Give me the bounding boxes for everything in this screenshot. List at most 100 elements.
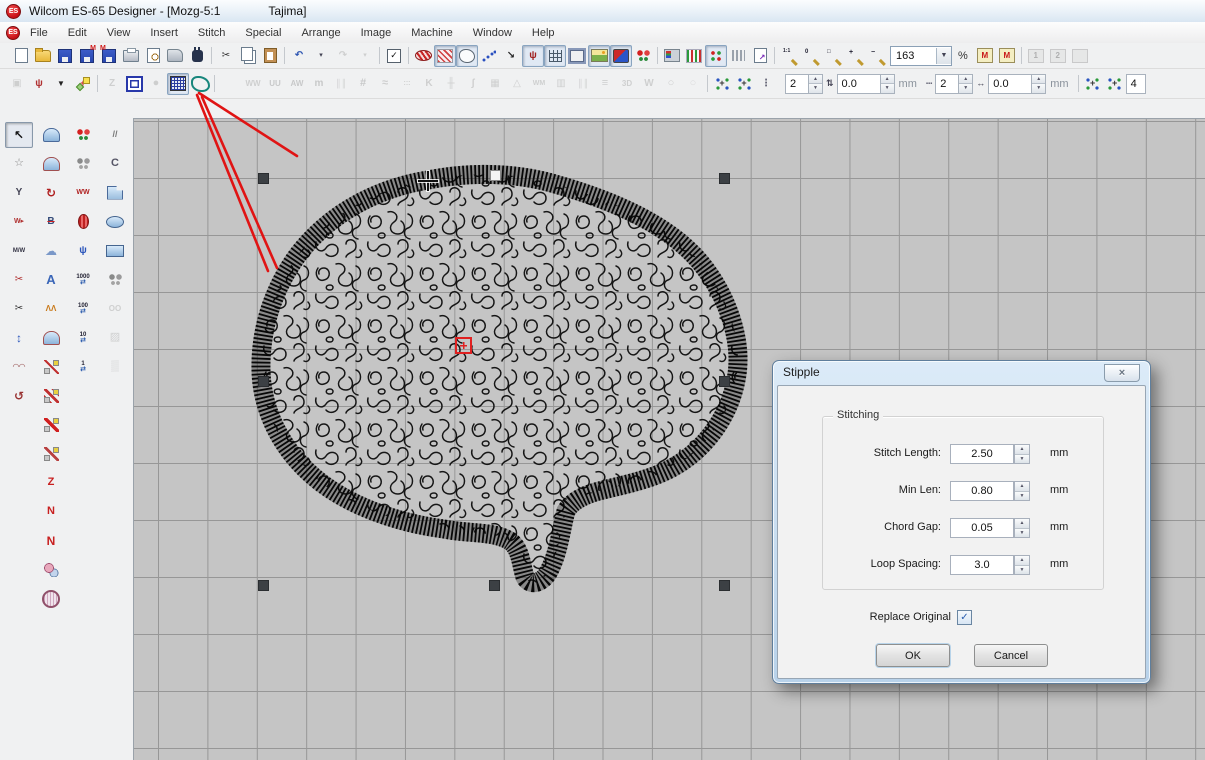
rectangle-tool-button[interactable] (101, 238, 129, 264)
remove-stitches-button[interactable]: ✂ (5, 267, 33, 293)
fan-fill-button[interactable]: ◠◠ (5, 354, 33, 380)
dim-artwork-button[interactable] (610, 45, 632, 67)
show-stitches-button[interactable] (434, 45, 456, 67)
penetration-tool-button[interactable]: ψ (69, 238, 97, 264)
move-pattern-a-button[interactable]: + (1082, 73, 1104, 95)
selection-handle-top-center[interactable] (490, 170, 501, 181)
motif-line-button[interactable] (37, 412, 65, 438)
color-film-button[interactable] (705, 45, 727, 67)
selection-handle-top-right[interactable] (719, 173, 730, 184)
selection-handle-top-left[interactable] (258, 173, 269, 184)
stitch-length-input[interactable]: 2.50 (950, 444, 1014, 464)
slant-lines-button[interactable]: // (101, 122, 129, 148)
column-stitch-button[interactable] (69, 209, 97, 235)
length-spinner[interactable]: ▲▼ (1032, 74, 1046, 94)
show-connectors-button[interactable]: ψ (522, 45, 544, 67)
undo-button[interactable]: ↶ (288, 45, 310, 67)
reshape-fill-button[interactable] (37, 325, 65, 351)
select-tool-button[interactable]: ↖ (5, 122, 33, 148)
menu-machine[interactable]: Machine (401, 25, 463, 41)
document-logo-icon[interactable]: ES (6, 26, 20, 40)
selection-handle-bottom-left[interactable] (258, 580, 269, 591)
output-machine-file-button[interactable]: M (996, 45, 1018, 67)
save-design-button[interactable] (54, 45, 76, 67)
rotate-object-button[interactable]: ↻ (37, 180, 65, 206)
replace-original-checkbox[interactable]: ✓ (957, 610, 972, 625)
loop-spacing-spinner[interactable]: ▲▼ (1014, 555, 1030, 575)
show-grid-button[interactable] (544, 45, 566, 67)
zoom-1-to-1-button[interactable]: 1:1 (778, 45, 800, 67)
show-artwork-button[interactable] (632, 45, 654, 67)
zoom-1-button[interactable]: 1 (69, 354, 97, 380)
count-value[interactable]: 2 (935, 74, 959, 94)
zoom-box-button[interactable]: □ (822, 45, 844, 67)
dialog-close-button[interactable]: × (1104, 364, 1140, 382)
length-value[interactable]: 0.0 (988, 74, 1032, 94)
stitch-length-spinner[interactable]: ▲▼ (1014, 444, 1030, 464)
zoom-100-button[interactable]: 100 (69, 296, 97, 322)
show-needle-points-button[interactable] (478, 45, 500, 67)
closed-freehand-button[interactable]: N (37, 528, 65, 554)
min-len-spinner[interactable]: ▲▼ (1014, 481, 1030, 501)
zoom-1000-button[interactable]: 1000 (69, 267, 97, 293)
count-spinner[interactable]: ▲▼ (959, 74, 973, 94)
zoom-level-value[interactable]: 163 (891, 50, 936, 62)
layout-to-rectangle-button[interactable]: + (711, 73, 733, 95)
save-machine-file-button[interactable] (76, 45, 98, 67)
ring-tool-button[interactable] (37, 586, 65, 612)
show-outlines-button[interactable] (456, 45, 478, 67)
new-document-button[interactable] (10, 45, 32, 67)
undo-dropdown-button[interactable]: ▾ (310, 45, 332, 67)
auto-select-button[interactable]: ✓ (383, 45, 405, 67)
star-tool-button[interactable] (37, 557, 65, 583)
run-tool-button[interactable] (37, 354, 65, 380)
menu-help[interactable]: Help (522, 25, 565, 41)
menu-stitch[interactable]: Stitch (188, 25, 236, 41)
rotate-ellipse-button[interactable]: ↺ (5, 383, 33, 409)
stitch-cord-button[interactable] (412, 45, 434, 67)
machine-functions-button[interactable] (727, 45, 749, 67)
chord-gap-spinner[interactable]: ▲▼ (1014, 518, 1030, 538)
open-design-button[interactable] (32, 45, 54, 67)
offset-object-button[interactable] (123, 73, 145, 95)
insert-machine-file-button[interactable]: M (974, 45, 996, 67)
triple-run-button[interactable] (37, 383, 65, 409)
menu-window[interactable]: Window (463, 25, 522, 41)
connect-machine-button[interactable] (186, 45, 208, 67)
open-freehand-button[interactable]: N (37, 499, 65, 525)
copy-button[interactable] (237, 45, 259, 67)
save-machine-copy-button[interactable] (98, 45, 120, 67)
cut-button[interactable]: ✂ (215, 45, 237, 67)
trace-shape-button[interactable] (189, 73, 211, 95)
min-len-input[interactable]: 0.80 (950, 481, 1014, 501)
menu-file[interactable]: File (20, 25, 58, 41)
zoom-combo-dropdown-icon[interactable]: ▼ (936, 48, 951, 64)
mirror-copy-button[interactable]: ΛΛ (37, 296, 65, 322)
stitch-length-tool-button[interactable]: ↕ (5, 325, 33, 351)
menu-edit[interactable]: Edit (58, 25, 97, 41)
selection-handle-bottom-center[interactable] (489, 580, 500, 591)
travel-by-needle-button[interactable]: ▼ (50, 73, 72, 95)
freehand-select-button[interactable]: ☆ (5, 151, 33, 177)
zigzag-run-button[interactable]: WW (69, 180, 97, 206)
stitch-list-button[interactable] (683, 45, 705, 67)
zoom-level-combo[interactable]: 163 ▼ (890, 46, 952, 66)
reshape-dome-button[interactable] (37, 151, 65, 177)
menu-insert[interactable]: Insert (140, 25, 188, 41)
show-hoop-button[interactable] (566, 45, 588, 67)
spacing-value[interactable]: 0.0 (837, 74, 881, 94)
chord-gap-input[interactable]: 0.05 (950, 518, 1014, 538)
selection-handle-mid-right[interactable] (719, 376, 730, 387)
edge-field-value[interactable]: 4 (1126, 74, 1146, 94)
zigzag-line-button[interactable]: Z (37, 470, 65, 496)
cut-stitches-button[interactable]: ✂ (5, 296, 33, 322)
insert-artwork-button[interactable] (69, 151, 97, 177)
zoom-out-button[interactable]: − (866, 45, 888, 67)
pull-comp-value[interactable]: 2 (785, 74, 809, 94)
branching-button[interactable]: ☁ (37, 238, 65, 264)
move-pattern-b-button[interactable]: + (1104, 73, 1126, 95)
zoom-to-fit-button[interactable]: 0 (800, 45, 822, 67)
selection-handle-bottom-right[interactable] (719, 580, 730, 591)
pull-comp-spinner[interactable]: ▲▼ (809, 74, 823, 94)
menu-special[interactable]: Special (235, 25, 291, 41)
